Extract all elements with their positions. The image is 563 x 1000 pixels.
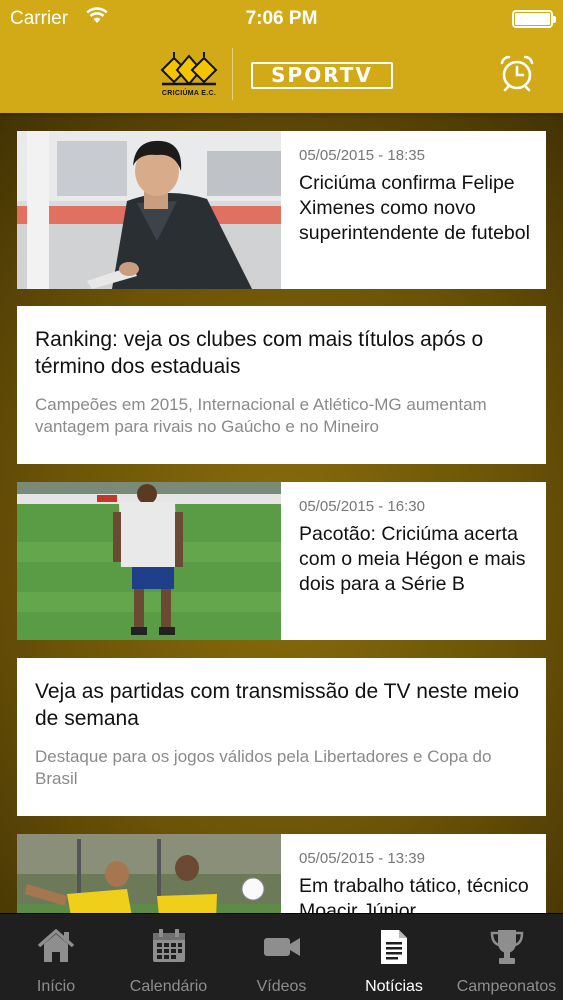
tab-campeonatos[interactable]: Campeonatos bbox=[450, 914, 563, 1000]
article-title: Criciúma confirma Felipe Ximenes como no… bbox=[299, 172, 530, 244]
article-date: 05/05/2015 - 16:30 bbox=[299, 498, 425, 515]
news-item[interactable]: 05/05/2015 - 16:30 Pacotão: Criciúma ace… bbox=[17, 482, 546, 640]
article-description: Campeões em 2015, Internacional e Atléti… bbox=[35, 395, 487, 436]
home-icon bbox=[37, 929, 75, 962]
news-feed[interactable]: 05/05/2015 - 18:35 Criciúma confirma Fel… bbox=[0, 113, 563, 913]
article-date: 05/05/2015 - 18:35 bbox=[299, 147, 425, 164]
club-logo: CRICIÚMA E.C. bbox=[158, 50, 220, 100]
tab-label: Vídeos bbox=[256, 978, 307, 995]
tab-bar: Início Calendário Vídeos Notícias Campeo… bbox=[0, 913, 563, 1000]
battery-icon bbox=[512, 10, 556, 28]
news-item[interactable]: 05/05/2015 - 18:35 Criciúma confirma Fel… bbox=[17, 131, 546, 289]
tab-inicio[interactable]: Início bbox=[0, 914, 112, 1000]
alarm-clock-icon[interactable] bbox=[498, 54, 536, 92]
article-title: Ranking: veja os clubes com mais títulos… bbox=[35, 328, 484, 378]
tab-videos[interactable]: Vídeos bbox=[225, 914, 338, 1000]
tab-calendario[interactable]: Calendário bbox=[112, 914, 225, 1000]
status-bar: Carrier 7:06 PM bbox=[0, 0, 563, 40]
tab-label: Campeonatos bbox=[456, 978, 557, 995]
tab-label: Início bbox=[36, 978, 76, 995]
article-title: Veja as partidas com transmissão de TV n… bbox=[35, 680, 520, 730]
article-thumbnail bbox=[17, 482, 281, 640]
calendar-icon bbox=[152, 929, 185, 962]
tab-label: Calendário bbox=[129, 978, 208, 995]
article-thumbnail bbox=[17, 834, 281, 913]
status-time: 7:06 PM bbox=[245, 8, 318, 29]
club-logo-text: CRICIÚMA E.C. bbox=[161, 90, 217, 97]
video-camera-icon bbox=[263, 938, 300, 956]
article-title: Em trabalho tático, técnico Moacir Júnio… bbox=[299, 875, 529, 913]
sportv-logo: SPORTV bbox=[251, 62, 393, 89]
article-thumbnail bbox=[17, 131, 281, 289]
tab-noticias[interactable]: Notícias bbox=[338, 914, 450, 1000]
document-icon bbox=[381, 930, 407, 964]
trophy-icon bbox=[490, 930, 523, 964]
tab-label: Notícias bbox=[365, 978, 423, 995]
news-item[interactable]: 05/05/2015 - 13:39 Em trabalho tático, t… bbox=[17, 834, 546, 913]
news-item[interactable]: Ranking: veja os clubes com mais títulos… bbox=[17, 306, 546, 464]
article-description: Destaque para os jogos válidos pela Libe… bbox=[35, 747, 492, 788]
app-header: Carrier 7:06 PM CRICIÚMA E.C. SPORTV bbox=[0, 0, 563, 113]
article-date: 05/05/2015 - 13:39 bbox=[299, 850, 425, 867]
header-divider bbox=[232, 48, 233, 100]
article-title: Pacotão: Criciúma acerta com o meia Hégo… bbox=[299, 523, 526, 595]
news-item[interactable]: Veja as partidas com transmissão de TV n… bbox=[17, 658, 546, 816]
